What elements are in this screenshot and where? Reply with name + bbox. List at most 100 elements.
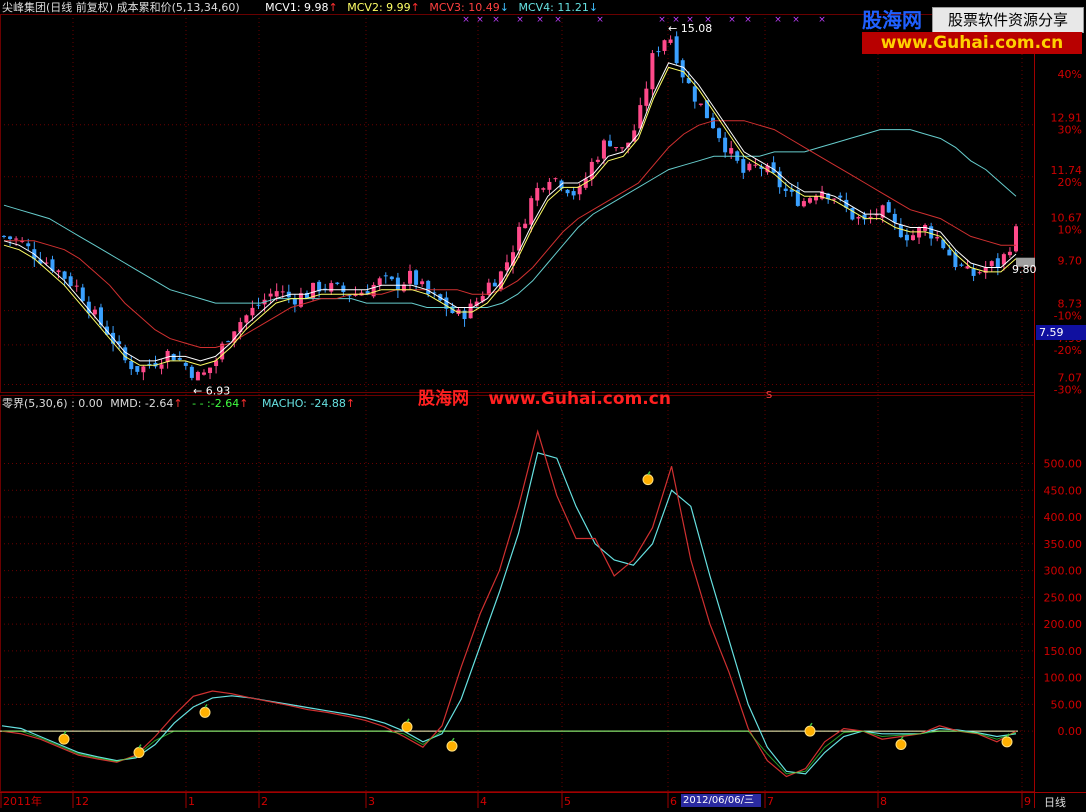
time-axis-label: 3	[368, 795, 375, 808]
candle-body	[195, 371, 200, 381]
signal-dot	[1001, 736, 1013, 748]
candle-body	[989, 261, 994, 267]
down-arrow-icon: ↓	[499, 1, 509, 14]
indicator-tick-label: 300.00	[1044, 565, 1083, 578]
candle-body	[1014, 226, 1018, 252]
indicator-tick-label: 50.00	[1051, 698, 1083, 711]
candle-body	[935, 237, 940, 239]
candle-body	[226, 341, 231, 343]
price-pane-header: 尖峰集团(日线 前复权) 成本累和价(5,13,34,60) MCV1: 9.9…	[2, 1, 598, 15]
candle-body	[977, 272, 982, 274]
signal-apple-icon	[642, 471, 654, 486]
pct-tick-label: -20%	[1054, 344, 1082, 357]
indicator-tick-label: 100.00	[1044, 672, 1083, 685]
indicator-tick-label: 150.00	[1044, 645, 1083, 658]
candle-body	[268, 293, 273, 297]
candle-body	[250, 307, 255, 316]
candle-body	[541, 188, 546, 190]
candle-body	[74, 285, 79, 287]
time-axis-label: 7	[767, 795, 774, 808]
candle-body	[723, 137, 728, 153]
indicator-tick-label: 400.00	[1044, 511, 1083, 524]
mcv2-legend: MCV2: 9.99	[347, 1, 411, 14]
cursor-date-box: 2012/06/06/三	[681, 794, 761, 807]
mcv1-legend: MCV1: 9.98	[265, 1, 329, 14]
candle-body	[959, 264, 964, 266]
candle-body	[383, 275, 388, 277]
signal-apple-icon	[401, 718, 413, 733]
last-price-label: 9.80	[1012, 263, 1037, 276]
stock-title: 尖峰集团(日线 前复权) 成本累和价(5,13,34,60)	[2, 1, 240, 14]
signal-dot-leaf	[647, 471, 651, 475]
price-pane-frame	[0, 14, 1035, 393]
candle-body	[68, 276, 73, 286]
time-axis-label: 4	[480, 795, 487, 808]
candle-body	[92, 309, 97, 315]
candle-body	[771, 162, 776, 173]
time-axis-label: 2	[261, 795, 268, 808]
center-watermark-url: www.Guhai.com.cn	[488, 389, 671, 409]
up-arrow-icon: ↑	[239, 397, 249, 410]
candle-body	[868, 216, 873, 218]
candle-body	[741, 159, 746, 173]
candle-body	[26, 243, 31, 247]
macho-legend: MACHO: -24.88	[261, 397, 346, 410]
signal-x-marker: ×	[792, 15, 800, 25]
candle-body	[711, 117, 716, 129]
candle-body	[56, 270, 61, 273]
signal-apple-icon	[58, 730, 70, 745]
candle-body	[183, 362, 188, 366]
candle-body	[280, 291, 285, 293]
candle-body	[674, 36, 679, 64]
pct-tick-label: 30%	[1058, 124, 1082, 137]
signal-x-marker: ×	[728, 15, 736, 25]
candle-body	[850, 208, 855, 220]
candle-body	[747, 163, 752, 171]
candle-body	[256, 304, 261, 306]
candle-body	[565, 189, 570, 194]
candle-body	[601, 140, 606, 159]
signal-x-marker: ×	[536, 15, 544, 25]
candle-body	[504, 262, 509, 271]
candle-body	[910, 235, 915, 241]
signal-x-marker: ×	[516, 15, 524, 25]
candle-body	[886, 202, 891, 213]
candle-body	[892, 213, 897, 223]
pct-tick-label: 40%	[1058, 68, 1082, 81]
signal-dot-leaf	[1006, 733, 1010, 738]
candle-body	[753, 164, 758, 166]
candle-body	[468, 303, 473, 319]
signal-dot-leaf	[138, 744, 142, 748]
time-axis-label: 9	[1024, 795, 1031, 808]
watermark-url: www.Guhai.com.cn	[862, 32, 1082, 54]
candle-body	[644, 88, 649, 106]
center-watermark-logo: 股海网	[418, 389, 469, 409]
candle-body	[135, 366, 140, 372]
signal-x-marker: ×	[492, 15, 500, 25]
up-arrow-icon: ↑	[328, 1, 338, 14]
candle-body	[414, 270, 419, 285]
pct-tick-label: 10%	[1058, 223, 1082, 236]
stock-chart-window[interactable]: 2011年 12 1 2 3 4 5 6 7 8 9 12.91 30% 11.74 20% 10.67 10%…	[0, 0, 1086, 809]
candle-body	[529, 198, 534, 225]
candle-body	[341, 285, 346, 293]
candle-body	[680, 60, 685, 78]
candle-body	[189, 366, 194, 378]
indicator-tick-label: 0.00	[1058, 725, 1083, 738]
pct-tick-label: -10%	[1054, 310, 1082, 323]
candle-body	[801, 201, 806, 207]
signal-x-marker: ×	[596, 15, 604, 25]
candle-body	[62, 271, 67, 279]
candle-body	[389, 276, 394, 280]
signal-apple-icon	[199, 703, 211, 718]
candle-body	[614, 147, 619, 149]
indicator-name: 零界(5,30,6) : 0.00	[2, 397, 103, 410]
candle-body	[408, 270, 413, 284]
candles-group	[2, 31, 1018, 381]
candle-body	[650, 53, 655, 90]
signal-x-marker: ×	[744, 15, 752, 25]
time-axis-label: 1	[188, 795, 195, 808]
candle-body	[523, 223, 528, 229]
signal-dot	[804, 725, 816, 737]
signal-x-marker: ×	[658, 15, 666, 25]
